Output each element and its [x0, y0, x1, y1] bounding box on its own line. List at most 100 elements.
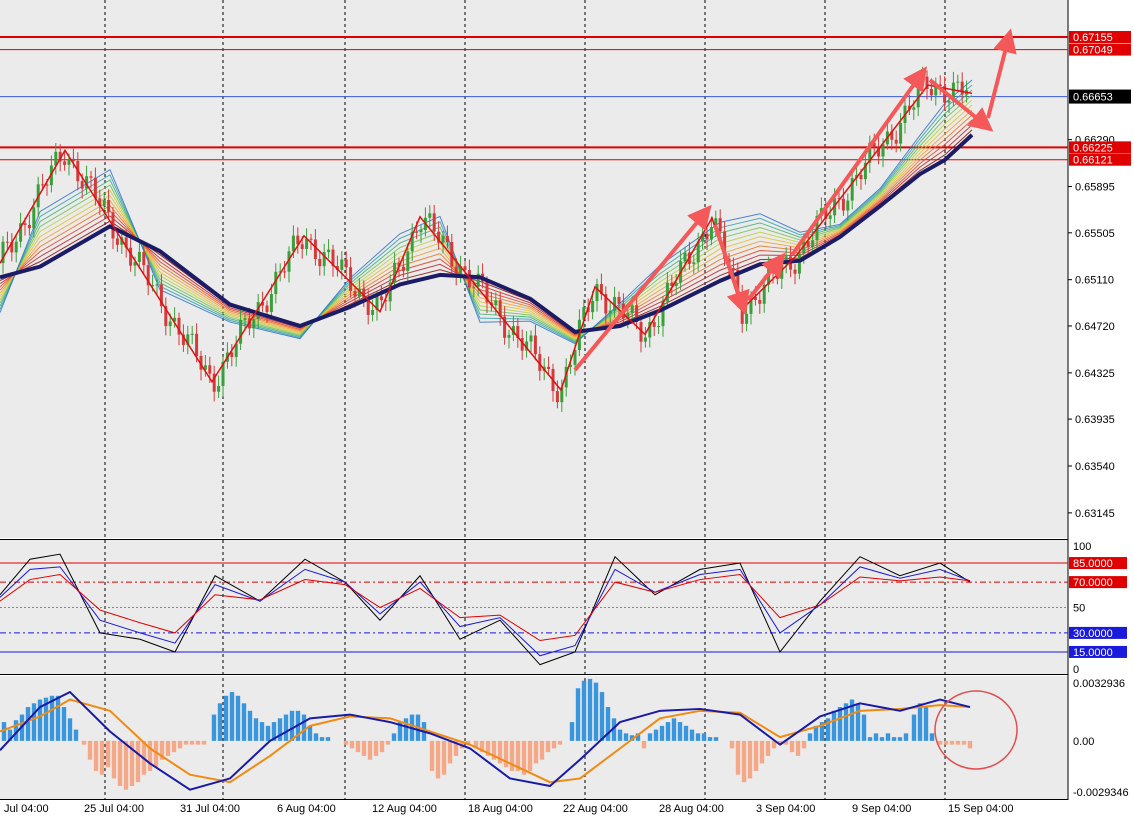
macd-histogram-bar — [373, 740, 379, 756]
candle-body — [683, 252, 687, 262]
candle-body — [41, 184, 45, 186]
macd-histogram-bar — [105, 740, 111, 768]
candle-body — [142, 251, 146, 266]
macd-histogram-bar — [343, 740, 349, 745]
macd-histogram-bar — [765, 740, 771, 756]
macd-histogram-bar — [447, 740, 453, 764]
macd-histogram-bar — [961, 740, 967, 745]
price-tick-label: 0.64720 — [1075, 321, 1115, 333]
macd-histogram-bar — [623, 733, 629, 741]
candle-body — [709, 227, 713, 240]
candle-body — [445, 235, 449, 242]
macd-histogram-bar — [581, 680, 587, 741]
date-axis-label: 6 Aug 04:00 — [277, 803, 336, 815]
macd-histogram-bar — [123, 740, 129, 790]
macd-histogram-bar — [831, 710, 837, 741]
macd-histogram-bar — [885, 733, 891, 741]
macd-histogram-bar — [923, 707, 929, 741]
macd-histogram-bar — [147, 740, 153, 771]
candle-body — [507, 334, 511, 338]
macd-histogram-bar — [93, 740, 99, 771]
price-tick-label: 0.64325 — [1075, 368, 1115, 380]
macd-histogram-bar — [759, 740, 765, 764]
macd-histogram-bar — [879, 737, 885, 741]
macd-histogram-bar — [617, 729, 623, 741]
candle-body — [269, 294, 273, 313]
macd-histogram-bar — [587, 678, 593, 741]
date-axis-label: 15 Sep 04:00 — [948, 803, 1013, 815]
price-tick-label: 0.63540 — [1075, 461, 1115, 473]
candle-body — [208, 365, 212, 374]
candle-body — [353, 290, 357, 297]
candle-body — [32, 207, 36, 229]
level-label: 0.66121 — [1073, 155, 1113, 167]
macd-histogram-bar — [955, 740, 961, 745]
macd-histogram-bar — [929, 733, 935, 741]
macd-histogram-bar — [917, 703, 923, 741]
macd-histogram-bar — [55, 695, 61, 741]
candle-body — [797, 253, 801, 274]
macd-histogram-bar — [665, 722, 671, 741]
macd-histogram-bar — [301, 714, 307, 741]
candle-body — [406, 251, 410, 271]
candle-body — [63, 161, 67, 165]
candle-body — [881, 144, 885, 157]
macd-histogram-bar — [707, 737, 713, 741]
candle-body — [608, 310, 612, 314]
macd-histogram-bar — [165, 740, 171, 756]
candle-body — [239, 320, 243, 344]
macd-histogram-bar — [509, 740, 515, 771]
macd-histogram-bar — [99, 740, 105, 775]
candle-body — [379, 296, 383, 301]
macd-histogram-bar — [683, 725, 689, 741]
macd-histogram-bar — [87, 740, 93, 760]
macd-histogram-bar — [265, 725, 271, 741]
macd-histogram-bar — [319, 737, 325, 741]
date-axis-label: 12 Aug 04:00 — [372, 803, 437, 815]
stochastic-axis-label: 0 — [1073, 664, 1079, 676]
candle-body — [252, 319, 256, 329]
candle-body — [318, 258, 322, 267]
macd-histogram-bar — [429, 740, 435, 771]
price-tick-label: 0.65110 — [1075, 275, 1114, 287]
macd-histogram-bar — [435, 740, 441, 779]
candle-body — [309, 238, 313, 240]
date-axis-label: 3 Sep 04:00 — [756, 803, 815, 815]
macd-histogram-bar — [837, 707, 843, 741]
candle-body — [89, 176, 93, 178]
candle-body — [591, 301, 595, 313]
macd-histogram-bar — [367, 740, 373, 760]
candle-body — [155, 284, 159, 286]
macd-histogram-bar — [349, 740, 355, 749]
candle-body — [718, 218, 722, 232]
macd-histogram-bar — [177, 740, 183, 749]
macd-histogram-bar — [441, 740, 447, 775]
macd-histogram-bar — [713, 737, 719, 741]
macd-histogram-bar — [73, 729, 79, 741]
price-tick-label: 0.65505 — [1075, 228, 1115, 240]
macd-histogram-bar — [807, 733, 813, 741]
candle-body — [529, 335, 533, 342]
date-axis-label: 22 Aug 04:00 — [563, 803, 628, 815]
macd-histogram-bar — [117, 740, 123, 786]
candle-body — [344, 259, 348, 268]
chart-svg: 0.662900.658950.655050.651100.647200.643… — [0, 0, 1131, 815]
macd-histogram-bar — [325, 737, 331, 741]
macd-histogram-bar — [937, 740, 943, 745]
candle-body — [859, 174, 863, 180]
macd-histogram-bar — [647, 733, 653, 741]
stochastic-level-label: 30.0000 — [1073, 628, 1113, 640]
macd-histogram-bar — [967, 740, 973, 749]
macd-axis-label: -0.0029346 — [1073, 787, 1129, 799]
candle-body — [846, 200, 850, 211]
macd-histogram-bar — [171, 740, 177, 753]
macd-histogram-bar — [557, 740, 563, 745]
candle-body — [595, 284, 599, 302]
macd-histogram-bar — [641, 740, 647, 749]
macd-histogram-bar — [873, 733, 879, 741]
candle-body — [463, 266, 467, 271]
macd-histogram-bar — [599, 692, 605, 741]
macd-histogram-bar — [903, 733, 909, 741]
macd-histogram-bar — [789, 740, 795, 753]
macd-histogram-bar — [235, 695, 241, 741]
